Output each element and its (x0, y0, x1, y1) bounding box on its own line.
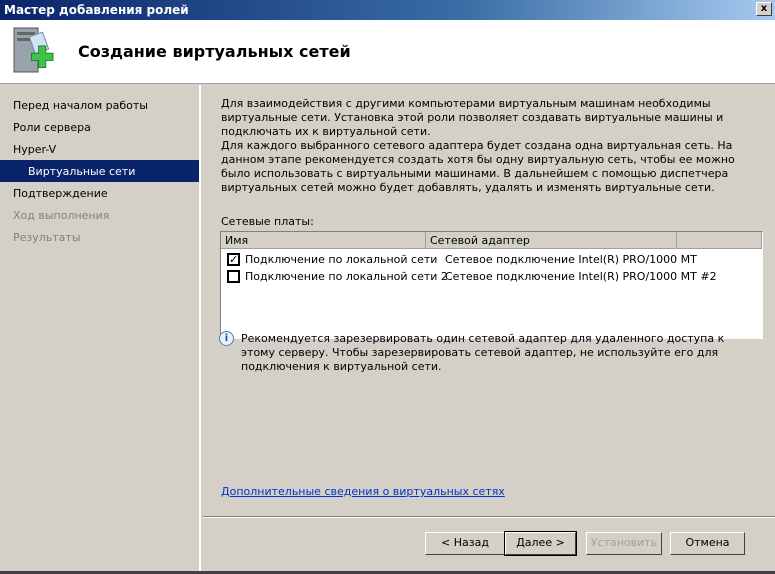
install-button: Установить (586, 532, 662, 555)
step-progress: Ход выполнения (13, 209, 110, 222)
adapter-name: Подключение по локальной сети 2 (245, 270, 448, 283)
intro-text-1: Для взаимодействия с другими компьютерам… (221, 97, 724, 138)
window-title: Мастер добавления ролей (4, 3, 189, 17)
more-info-link[interactable]: Дополнительные сведения о виртуальных се… (221, 485, 505, 498)
step-before-you-begin[interactable]: Перед началом работы (0, 94, 199, 116)
back-button[interactable]: < Назад (425, 532, 505, 555)
close-button[interactable]: x (756, 2, 772, 16)
info-icon: i (219, 331, 234, 346)
step-virtual-networks[interactable]: Виртуальные сети (0, 160, 199, 182)
list-item[interactable]: Подключение по локальной сети 2 Сетевое п… (221, 268, 762, 285)
adapter-device: Сетевое подключение Intel(R) PRO/1000 MT (445, 253, 697, 266)
intro-text-2: Для каждого выбранного сетевого адаптера… (221, 139, 735, 194)
list-label: Сетевые платы: (221, 215, 314, 228)
info-text: Рекомендуется зарезервировать один сетев… (241, 332, 725, 373)
checkbox-unchecked[interactable] (227, 270, 240, 283)
adapter-device: Сетевое подключение Intel(R) PRO/1000 MT… (445, 270, 717, 283)
checkbox-checked[interactable]: ✓ (227, 253, 240, 266)
page-title: Создание виртуальных сетей (78, 42, 351, 61)
main-panel: Для взаимодействия с другими компьютерам… (203, 85, 775, 574)
server-role-add-icon (13, 27, 54, 73)
adapter-name: Подключение по локальной сети (245, 253, 438, 266)
step-confirmation[interactable]: Подтверждение (0, 182, 199, 204)
network-adapters-list[interactable]: Имя Сетевой адаптер ✓ Подключение по локал… (220, 231, 763, 339)
title-bar: Мастер добавления ролей x (0, 0, 775, 20)
header: Создание виртуальных сетей (0, 20, 775, 84)
list-item[interactable]: ✓ Подключение по локальной сети Сетевое по… (221, 251, 762, 268)
step-results: Результаты (13, 231, 81, 244)
step-hyper-v[interactable]: Hyper-V (0, 138, 199, 160)
cancel-button[interactable]: Отмена (670, 532, 745, 555)
step-server-roles[interactable]: Роли сервера (0, 116, 199, 138)
wizard-steps: Перед началом работы Роли сервера Hyper-… (0, 85, 201, 574)
next-button[interactable]: Далее > (504, 531, 577, 556)
column-header-name[interactable]: Имя (221, 232, 426, 249)
divider (203, 516, 775, 518)
column-header-adapter[interactable]: Сетевой адаптер (426, 232, 677, 249)
